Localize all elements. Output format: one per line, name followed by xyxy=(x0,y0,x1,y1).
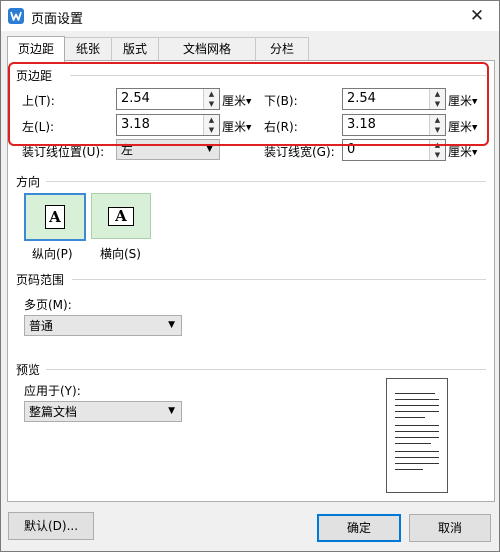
spin-up-icon[interactable]: ▲ xyxy=(430,140,445,150)
top-margin-input[interactable]: 2.54 ▲ ▼ xyxy=(116,88,220,110)
margins-section-title: 页边距 xyxy=(16,69,53,83)
chevron-down-icon: ▼ xyxy=(246,123,252,132)
left-margin-unit[interactable]: 厘米▼ xyxy=(222,118,251,135)
tab-paper[interactable]: 纸张 xyxy=(64,37,112,60)
section-divider xyxy=(46,181,486,182)
preview-line xyxy=(395,451,439,452)
landscape-button[interactable]: A xyxy=(91,193,151,239)
landscape-label: 横向(S) xyxy=(100,247,141,261)
multiple-pages-select[interactable]: 普通 ▼ xyxy=(24,315,182,336)
tab-margins[interactable]: 页边距 xyxy=(7,36,65,62)
portrait-label: 纵向(P) xyxy=(32,247,73,261)
gutter-position-value: 左 xyxy=(121,143,134,157)
page-setup-dialog: 页面设置 ✕ 页边距 纸张 版式 文档网格 分栏 页边距 上(T): 2.54 … xyxy=(0,0,500,552)
preview-line xyxy=(395,393,435,394)
right-margin-spinner[interactable]: ▲ ▼ xyxy=(429,115,445,135)
chevron-down-icon: ▼ xyxy=(168,320,175,330)
page-preview xyxy=(386,378,448,493)
multiple-pages-value: 普通 xyxy=(29,319,54,333)
landscape-page-icon: A xyxy=(108,207,134,226)
preview-line xyxy=(395,437,439,438)
left-margin-label: 左(L): xyxy=(22,120,55,134)
left-margin-spinner[interactable]: ▲ ▼ xyxy=(203,115,219,135)
preview-line xyxy=(395,425,439,426)
right-margin-value: 3.18 xyxy=(347,117,376,132)
apply-to-value: 整篇文档 xyxy=(29,405,78,419)
tab-document-grid[interactable]: 文档网格 xyxy=(158,37,256,60)
preview-line xyxy=(395,405,439,406)
chevron-down-icon: ▼ xyxy=(472,123,478,132)
bottom-margin-value: 2.54 xyxy=(347,91,376,106)
spin-up-icon[interactable]: ▲ xyxy=(430,89,445,99)
bottom-margin-input[interactable]: 2.54 ▲ ▼ xyxy=(342,88,446,110)
preview-section-title: 预览 xyxy=(16,363,41,377)
spin-down-icon[interactable]: ▼ xyxy=(430,99,445,109)
unit-label: 厘米 xyxy=(448,145,473,159)
chevron-down-icon: ▼ xyxy=(246,97,252,106)
ok-button[interactable]: 确定 xyxy=(317,514,401,542)
tab-layout[interactable]: 版式 xyxy=(111,37,159,60)
default-button[interactable]: 默认(D)... xyxy=(8,512,94,540)
section-divider xyxy=(70,75,486,76)
spin-up-icon[interactable]: ▲ xyxy=(204,89,219,99)
left-margin-input[interactable]: 3.18 ▲ ▼ xyxy=(116,114,220,136)
spin-down-icon[interactable]: ▼ xyxy=(204,125,219,135)
gutter-width-spinner[interactable]: ▲ ▼ xyxy=(429,140,445,160)
close-icon[interactable]: ✕ xyxy=(465,4,489,28)
right-margin-unit[interactable]: 厘米▼ xyxy=(448,118,477,135)
preview-line xyxy=(395,411,439,412)
right-margin-input[interactable]: 3.18 ▲ ▼ xyxy=(342,114,446,136)
apply-to-label: 应用于(Y): xyxy=(24,384,81,398)
top-margin-unit[interactable]: 厘米▼ xyxy=(222,92,251,109)
preview-line xyxy=(395,457,439,458)
gutter-position-select[interactable]: 左 ▼ xyxy=(116,139,220,160)
pages-section-title: 页码范围 xyxy=(16,273,65,287)
bottom-margin-label: 下(B): xyxy=(264,94,298,108)
portrait-button[interactable]: A xyxy=(24,193,86,241)
preview-line xyxy=(395,417,425,418)
spin-up-icon[interactable]: ▲ xyxy=(430,115,445,125)
chevron-down-icon: ▼ xyxy=(168,406,175,416)
preview-line xyxy=(395,469,423,470)
left-margin-value: 3.18 xyxy=(121,117,150,132)
section-divider xyxy=(72,279,486,280)
chevron-down-icon: ▼ xyxy=(206,144,213,154)
unit-label: 厘米 xyxy=(448,120,473,134)
spin-down-icon[interactable]: ▼ xyxy=(430,125,445,135)
title-bar[interactable]: 页面设置 ✕ xyxy=(1,1,499,31)
portrait-page-icon: A xyxy=(45,205,65,229)
top-margin-spinner[interactable]: ▲ ▼ xyxy=(203,89,219,109)
gutter-width-input[interactable]: 0 ▲ ▼ xyxy=(342,139,446,161)
preview-line xyxy=(395,399,439,400)
preview-line xyxy=(395,463,439,464)
top-margin-value: 2.54 xyxy=(121,91,150,106)
section-divider xyxy=(46,369,486,370)
gutter-position-label: 装订线位置(U): xyxy=(22,145,105,159)
wps-writer-icon xyxy=(8,8,24,24)
bottom-margin-spinner[interactable]: ▲ ▼ xyxy=(429,89,445,109)
multiple-pages-label: 多页(M): xyxy=(24,298,72,312)
unit-label: 厘米 xyxy=(222,94,247,108)
right-margin-label: 右(R): xyxy=(264,120,298,134)
preview-line xyxy=(395,443,431,444)
apply-to-select[interactable]: 整篇文档 ▼ xyxy=(24,401,182,422)
unit-label: 厘米 xyxy=(222,120,247,134)
margins-panel: 页边距 上(T): 2.54 ▲ ▼ 厘米▼ 下(B): 2.54 ▲ ▼ 厘米▼ … xyxy=(7,60,495,502)
spin-down-icon[interactable]: ▼ xyxy=(430,150,445,160)
spin-up-icon[interactable]: ▲ xyxy=(204,115,219,125)
preview-line xyxy=(395,431,439,432)
bottom-margin-unit[interactable]: 厘米▼ xyxy=(448,92,477,109)
top-margin-label: 上(T): xyxy=(22,94,55,108)
orientation-section-title: 方向 xyxy=(16,175,41,189)
gutter-width-label: 装订线宽(G): xyxy=(264,145,335,159)
cancel-button[interactable]: 取消 xyxy=(409,514,491,542)
window-title: 页面设置 xyxy=(31,12,84,27)
spin-down-icon[interactable]: ▼ xyxy=(204,99,219,109)
chevron-down-icon: ▼ xyxy=(472,148,478,157)
unit-label: 厘米 xyxy=(448,94,473,108)
chevron-down-icon: ▼ xyxy=(472,97,478,106)
tab-columns[interactable]: 分栏 xyxy=(255,37,309,60)
gutter-width-unit[interactable]: 厘米▼ xyxy=(448,143,477,160)
gutter-width-value: 0 xyxy=(347,142,356,157)
